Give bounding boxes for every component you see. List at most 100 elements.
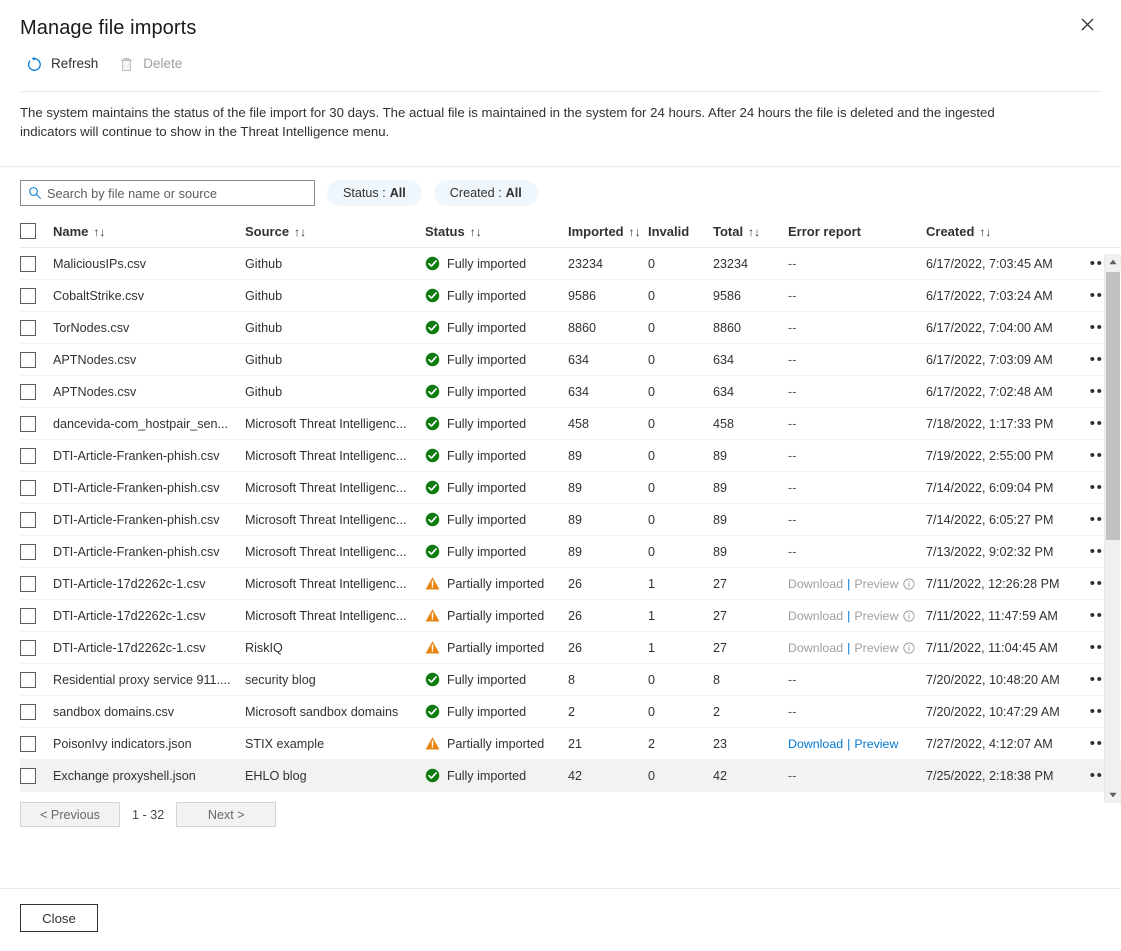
column-header-status[interactable]: Status↑↓ [425,223,568,248]
cell-status: Fully imported [425,536,568,568]
table-row[interactable]: DTI-Article-Franken-phish.csvMicrosoft T… [20,504,1121,536]
table-row[interactable]: MaliciousIPs.csvGithubFully imported2323… [20,248,1121,280]
column-header-source[interactable]: Source↑↓ [245,223,425,248]
sort-icon[interactable]: ↑↓ [93,225,105,239]
delete-button[interactable]: Delete [112,49,192,79]
table-row[interactable]: APTNodes.csvGithubFully imported6340634-… [20,344,1121,376]
preview-error-report-link[interactable]: Preview [854,609,898,623]
table-row[interactable]: DTI-Article-17d2262c-1.csvMicrosoft Thre… [20,600,1121,632]
cell-source: Microsoft Threat Intelligenc... [245,408,425,440]
cell-status: Fully imported [425,280,568,312]
select-all-checkbox[interactable] [20,223,36,239]
error-report-none: -- [788,321,796,335]
row-checkbox[interactable] [20,256,36,272]
row-checkbox[interactable] [20,768,36,784]
cell-total: 634 [713,376,788,408]
cell-status: Partially imported [425,600,568,632]
download-error-report-link[interactable]: Download [788,641,843,655]
table-row[interactable]: DTI-Article-17d2262c-1.csvRiskIQPartiall… [20,632,1121,664]
table-row[interactable]: PoisonIvy indicators.jsonSTIX examplePar… [20,728,1121,760]
table-row[interactable]: Exchange proxyshell.jsonEHLO blogFully i… [20,760,1121,792]
table-row[interactable]: DTI-Article-Franken-phish.csvMicrosoft T… [20,440,1121,472]
row-checkbox[interactable] [20,288,36,304]
sort-icon[interactable]: ↑↓ [979,225,991,239]
cell-name: Residential proxy service 911.... [53,664,245,696]
table-row[interactable]: DTI-Article-Franken-phish.csvMicrosoft T… [20,536,1121,568]
row-checkbox[interactable] [20,672,36,688]
cell-imported: 26 [568,632,648,664]
preview-error-report-link[interactable]: Preview [854,641,898,655]
row-checkbox[interactable] [20,736,36,752]
row-checkbox[interactable] [20,512,36,528]
scroll-up-arrow[interactable] [1105,254,1121,270]
download-error-report-link[interactable]: Download [788,577,843,591]
cell-created: 7/11/2022, 12:26:28 PM [926,568,1086,600]
cell-name: DTI-Article-17d2262c-1.csv [53,632,245,664]
row-checkbox[interactable] [20,352,36,368]
cell-imported: 634 [568,344,648,376]
row-checkbox[interactable] [20,384,36,400]
column-header-name[interactable]: Name↑↓ [53,223,245,248]
table-row[interactable]: DTI-Article-Franken-phish.csvMicrosoft T… [20,472,1121,504]
scroll-down-arrow[interactable] [1105,787,1121,803]
column-label-imported: Imported [568,224,624,239]
cell-status: Fully imported [425,472,568,504]
table-row[interactable]: DTI-Article-17d2262c-1.csvMicrosoft Thre… [20,568,1121,600]
row-checkbox[interactable] [20,320,36,336]
row-checkbox[interactable] [20,608,36,624]
sort-icon[interactable]: ↑↓ [748,225,760,239]
row-checkbox[interactable] [20,480,36,496]
sort-icon[interactable]: ↑↓ [470,225,482,239]
table-row[interactable]: APTNodes.csvGithubFully imported6340634-… [20,376,1121,408]
link-separator: | [847,609,850,623]
cell-imported: 9586 [568,280,648,312]
page-title: Manage file imports [20,14,1101,42]
row-checkbox[interactable] [20,448,36,464]
info-circle-icon[interactable] [903,578,915,590]
sort-icon[interactable]: ↑↓ [629,225,641,239]
column-header-total[interactable]: Total↑↓ [713,223,788,248]
footer-divider [0,888,1121,889]
close-button[interactable]: Close [20,904,98,932]
table-row[interactable]: dancevida-com_hostpair_sen...Microsoft T… [20,408,1121,440]
row-checkbox[interactable] [20,416,36,432]
cell-created: 6/17/2022, 7:02:48 AM [926,376,1086,408]
table-row[interactable]: CobaltStrike.csvGithubFully imported9586… [20,280,1121,312]
preview-error-report-link[interactable]: Preview [854,737,898,751]
cell-created: 6/17/2022, 7:04:00 AM [926,312,1086,344]
table-row[interactable]: sandbox domains.csvMicrosoft sandbox dom… [20,696,1121,728]
success-check-icon [425,512,440,527]
info-circle-icon[interactable] [903,642,915,654]
previous-page-button[interactable]: < Previous [20,802,120,827]
download-error-report-link[interactable]: Download [788,737,843,751]
scrollbar-thumb[interactable] [1106,272,1120,540]
search-box[interactable] [20,180,315,206]
column-header-imported[interactable]: Imported ↑↓ [568,223,648,248]
table-row[interactable]: Residential proxy service 911....securit… [20,664,1121,696]
table-scrollbar[interactable] [1104,254,1120,803]
row-checkbox[interactable] [20,544,36,560]
info-circle-icon[interactable] [903,610,915,622]
cell-total: 2 [713,696,788,728]
sort-icon[interactable]: ↑↓ [294,225,306,239]
refresh-button[interactable]: Refresh [20,49,108,79]
row-checkbox[interactable] [20,704,36,720]
table-row[interactable]: TorNodes.csvGithubFully imported88600886… [20,312,1121,344]
filter-status[interactable]: Status : All [327,180,422,206]
cell-imported: 89 [568,536,648,568]
column-header-created[interactable]: Created↑↓ [926,223,1086,248]
cell-total: 89 [713,472,788,504]
search-input[interactable] [21,181,314,205]
row-checkbox[interactable] [20,640,36,656]
cell-invalid: 0 [648,504,713,536]
next-page-button[interactable]: Next > [176,802,276,827]
cell-error-report: Download|Preview [788,728,926,760]
download-error-report-link[interactable]: Download [788,609,843,623]
filter-created[interactable]: Created : All [434,180,538,206]
cell-invalid: 0 [648,760,713,792]
close-dialog-button[interactable] [1073,10,1101,38]
row-checkbox[interactable] [20,576,36,592]
cell-total: 23234 [713,248,788,280]
cell-status: Fully imported [425,248,568,280]
preview-error-report-link[interactable]: Preview [854,577,898,591]
